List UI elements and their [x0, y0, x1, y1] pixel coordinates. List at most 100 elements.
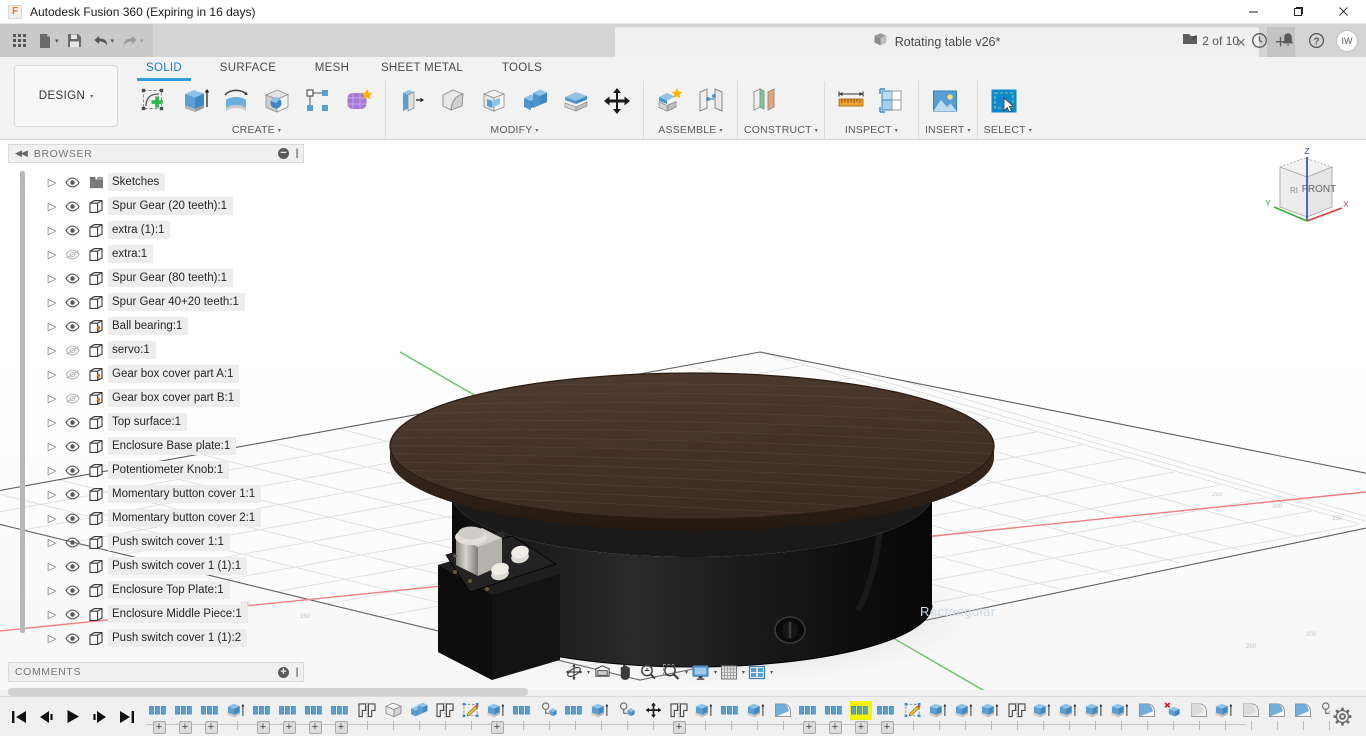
panel-insert-label[interactable]: INSERT	[925, 124, 965, 136]
tab-sheet-metal[interactable]: SHEET METAL	[372, 60, 472, 76]
timeline-expand-plus-icon[interactable]: +	[881, 721, 894, 734]
timeline-settings-gear-icon[interactable]	[1330, 705, 1354, 729]
browser-item[interactable]: ▷Sketches	[8, 170, 304, 194]
tab-mesh[interactable]: MESH	[302, 60, 362, 76]
timeline-feature-fillet-icon[interactable]	[1136, 701, 1158, 720]
expand-caret-icon[interactable]: ▷	[44, 272, 60, 285]
grid-snaps-icon[interactable]	[718, 661, 740, 683]
comments-grip-icon[interactable]: |||	[295, 667, 297, 678]
timeline-feature[interactable]: +	[666, 701, 692, 735]
browser-grip-icon[interactable]: |||	[295, 148, 297, 159]
revolve-button[interactable]	[216, 81, 256, 121]
grid-snaps-caret-icon[interactable]: ▾	[742, 669, 745, 676]
panel-create-caret-icon[interactable]: ▾	[278, 127, 281, 134]
timeline-feature-joint-icon[interactable]	[1318, 701, 1330, 720]
timeline-feature[interactable]	[1290, 701, 1316, 735]
timeline-feature-extrude-icon[interactable]	[694, 701, 716, 720]
timeline-expand-plus-icon[interactable]: +	[491, 721, 504, 734]
avatar[interactable]: IW	[1336, 30, 1358, 52]
document-tab[interactable]: Rotating table v26* ✕	[615, 27, 1259, 57]
timeline-feature-sketch2-icon[interactable]	[460, 701, 482, 720]
timeline-feature-sketch-icon[interactable]	[278, 701, 300, 720]
browser-item[interactable]: ▷Spur Gear 40+20 teeth:1	[8, 290, 304, 314]
timeline-expand-plus-icon[interactable]: +	[257, 721, 270, 734]
fit-view-icon[interactable]	[660, 661, 683, 683]
browser-item[interactable]: ▷Momentary button cover 2:1	[8, 506, 304, 530]
expand-caret-icon[interactable]: ▷	[44, 392, 60, 405]
timeline-feature-extrude-icon[interactable]	[954, 701, 976, 720]
timeline-feature-sketch-icon[interactable]	[304, 701, 326, 720]
visibility-eye-icon[interactable]	[60, 633, 84, 644]
visibility-eye-icon[interactable]	[60, 441, 84, 452]
timeline-feature-sketch-icon[interactable]	[148, 701, 170, 720]
timeline-feature-extrude-icon[interactable]	[980, 701, 1002, 720]
timeline-feature[interactable]	[562, 701, 588, 735]
expand-caret-icon[interactable]: ▷	[44, 632, 60, 645]
browser-item[interactable]: ▷Enclosure Middle Piece:1	[8, 602, 304, 626]
insert-image-button[interactable]	[925, 81, 965, 121]
comments-panel[interactable]: COMMENTS + |||	[8, 662, 304, 682]
minimize-button[interactable]	[1231, 0, 1276, 24]
expand-caret-icon[interactable]: ▷	[44, 176, 60, 189]
timeline-feature[interactable]	[1238, 701, 1264, 735]
shell-button[interactable]	[474, 81, 514, 121]
browser-item[interactable]: ▷Enclosure Top Plate:1	[8, 578, 304, 602]
browser-item[interactable]: ▷servo:1	[8, 338, 304, 362]
timeline-feature[interactable]	[900, 701, 926, 735]
expand-caret-icon[interactable]: ▷	[44, 512, 60, 525]
viewports-icon[interactable]	[746, 661, 768, 683]
visibility-eye-icon[interactable]	[60, 177, 84, 188]
visibility-eye-hidden-icon[interactable]	[60, 345, 84, 356]
timeline-feature-sketch-icon[interactable]	[798, 701, 820, 720]
timeline-feature-joint-icon[interactable]	[616, 701, 638, 720]
notifications-bell-icon[interactable]	[1275, 28, 1301, 54]
browser-item[interactable]: ▷Push switch cover 1 (1):1	[8, 554, 304, 578]
timeline-expand-plus-icon[interactable]: +	[205, 721, 218, 734]
browser-item[interactable]: ▷Momentary button cover 1:1	[8, 482, 304, 506]
browser-item[interactable]: ▷Spur Gear (20 teeth):1	[8, 194, 304, 218]
timeline-feature-extrude-icon[interactable]	[226, 701, 248, 720]
expand-caret-icon[interactable]: ▷	[44, 200, 60, 213]
expand-caret-icon[interactable]: ▷	[44, 608, 60, 621]
visibility-eye-icon[interactable]	[60, 417, 84, 428]
timeline-feature-extrude-icon[interactable]	[1110, 701, 1132, 720]
app-grid-icon[interactable]	[6, 28, 32, 54]
offset-face-button[interactable]	[556, 81, 596, 121]
timeline-feature[interactable]: +	[822, 701, 848, 735]
timeline-feature[interactable]	[1082, 701, 1108, 735]
timeline-feature-extrude-icon[interactable]	[1084, 701, 1106, 720]
timeline-feature[interactable]	[536, 701, 562, 735]
timeline-feature[interactable]: +	[172, 701, 198, 735]
panel-assemble-label[interactable]: ASSEMBLE	[658, 124, 716, 136]
timeline-feature-sketch-icon[interactable]	[200, 701, 222, 720]
browser-horizontal-scrollbar[interactable]	[8, 688, 528, 696]
timeline-feature-extrude-icon[interactable]	[1058, 701, 1080, 720]
timeline-feature[interactable]	[1134, 701, 1160, 735]
browser-item[interactable]: ▷Top surface:1	[8, 410, 304, 434]
timeline-feature[interactable]	[1264, 701, 1290, 735]
undo-caret-icon[interactable]: ▾	[111, 37, 115, 45]
browser-item[interactable]: ▷Spur Gear (80 teeth):1	[8, 266, 304, 290]
timeline-expand-plus-icon[interactable]: +	[855, 721, 868, 734]
fit-view-caret-icon[interactable]: ▾	[685, 669, 688, 676]
timeline-feature[interactable]: +	[198, 701, 224, 735]
timeline-feature-sketch-icon[interactable]	[720, 701, 742, 720]
viewports-caret-icon[interactable]: ▾	[770, 669, 773, 676]
timeline-feature[interactable]	[1030, 701, 1056, 735]
browser-scroll-rail[interactable]	[20, 171, 25, 633]
timeline-feature-fillet2-icon[interactable]	[1188, 701, 1210, 720]
timeline-feature-sketch-icon[interactable]	[252, 701, 274, 720]
expand-caret-icon[interactable]: ▷	[44, 368, 60, 381]
timeline-feature-extrude-icon[interactable]	[746, 701, 768, 720]
redo-caret-icon[interactable]: ▾	[140, 37, 144, 45]
browser-item[interactable]: ▷Ball bearing:1	[8, 314, 304, 338]
timeline-feature[interactable]	[718, 701, 744, 735]
orbit-caret-icon[interactable]: ▾	[587, 669, 590, 676]
timeline-expand-plus-icon[interactable]: +	[179, 721, 192, 734]
timeline-expand-plus-icon[interactable]: +	[153, 721, 166, 734]
tab-surface[interactable]: SURFACE	[212, 60, 284, 76]
measure-button[interactable]	[831, 81, 871, 121]
timeline-feature-mirror-icon[interactable]	[1006, 701, 1028, 720]
browser-item[interactable]: ▷Push switch cover 1 (1):2	[8, 626, 304, 650]
close-button[interactable]	[1321, 0, 1366, 24]
